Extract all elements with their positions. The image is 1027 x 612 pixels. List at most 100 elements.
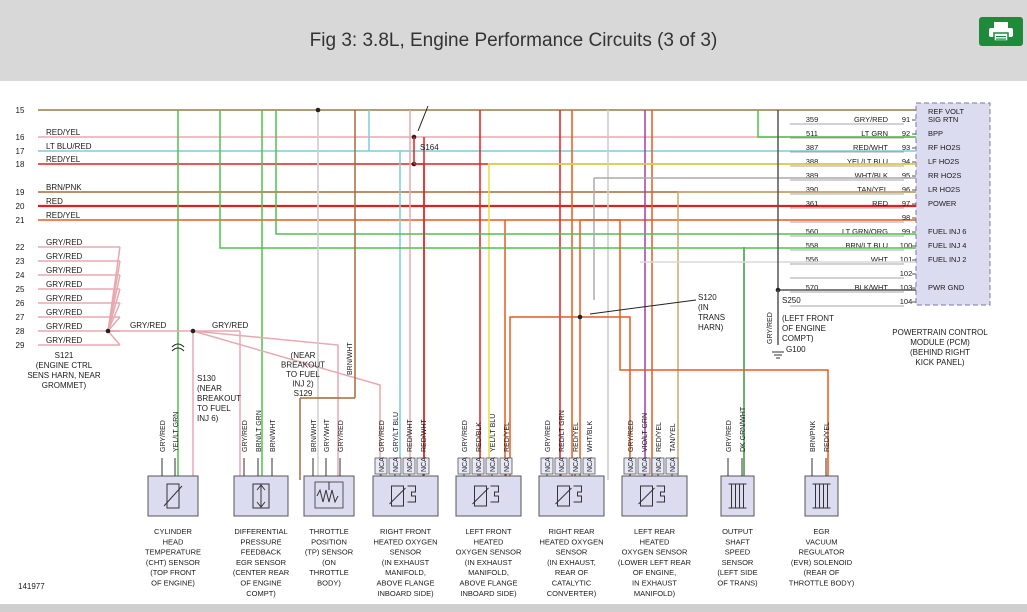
lf-ho2s-label: ABOVE FLANGE bbox=[460, 579, 518, 588]
rr-ho2s-label: (IN EXHAUST, bbox=[547, 558, 596, 567]
s121-label: (ENGINE CTRL bbox=[36, 361, 93, 370]
lr-ho2s-label: IN EXHAUST bbox=[632, 579, 677, 588]
oss-sensor-wire-label: DK GRN/WHT bbox=[740, 406, 747, 452]
evr-solenoid-label: EGR bbox=[813, 527, 830, 536]
pcm-pin-function: LR HO2S bbox=[928, 185, 960, 194]
rr-ho2s-nca-label: NCA bbox=[573, 457, 580, 472]
rr-ho2s-label: REAR OF bbox=[555, 568, 589, 577]
bottom-scrollbar[interactable] bbox=[0, 604, 1027, 612]
lf-ho2s-wire-label: RED/YEL bbox=[504, 422, 511, 452]
pcm-label: MODULE (PCM) bbox=[910, 338, 970, 347]
cht-sensor-label: HEAD bbox=[163, 537, 184, 546]
rr-ho2s-label: HEATED OXYGEN bbox=[539, 537, 603, 546]
evr-solenoid-label: THROTTLE BODY) bbox=[789, 579, 855, 588]
lf-ho2s-label: INBOARD SIDE) bbox=[460, 589, 517, 598]
left-row-label: GRY/RED bbox=[46, 252, 83, 261]
lf-ho2s-body bbox=[455, 475, 522, 517]
lf-ho2s-label: (IN EXHAUST bbox=[465, 558, 513, 567]
left-row-label: GRY/RED bbox=[46, 308, 83, 317]
tp-sensor-label: THROTTLE bbox=[309, 568, 349, 577]
dpfe-sensor-label: COMPT) bbox=[246, 589, 276, 598]
wiring-diagram: 15 16 RED/YEL 17 LT BLU/RED 18 RED/YEL 19 BRN/PN… bbox=[0, 81, 1027, 612]
left-row-number: 19 bbox=[16, 188, 25, 197]
lr-ho2s-wire-label: TAN/YEL bbox=[670, 423, 677, 452]
s129-label: TO FUEL bbox=[286, 370, 320, 379]
left-row-label: GRY/RED bbox=[46, 336, 83, 345]
pcm-pin-number: 98 bbox=[902, 213, 910, 222]
s120-label: S120 bbox=[698, 293, 717, 302]
left-row-number: 17 bbox=[16, 147, 25, 156]
left-row-label: GRY/RED bbox=[46, 280, 83, 289]
rr-ho2s-body bbox=[538, 475, 605, 517]
rr-ho2s-wire-label: GRY/RED bbox=[545, 420, 552, 452]
rf-ho2s-label: (IN EXHAUST bbox=[382, 558, 430, 567]
s130-label: INJ 6) bbox=[197, 414, 219, 423]
rf-ho2s-label: RIGHT FRONT bbox=[380, 527, 432, 536]
s121-label: SENS HARN, NEAR bbox=[27, 371, 101, 380]
print-button[interactable] bbox=[979, 17, 1023, 46]
s120-pointer bbox=[589, 299, 697, 315]
lf-ho2s-nca-label: NCA bbox=[476, 457, 483, 472]
left-row-number: 15 bbox=[16, 106, 25, 115]
left-row-number: 25 bbox=[16, 285, 25, 294]
tp-sensor-label: THROTTLE bbox=[309, 527, 349, 536]
dpfe-sensor-label: OF ENGINE bbox=[240, 579, 281, 588]
cht-sensor-wire-label: YEL/LT GRN bbox=[173, 412, 180, 452]
s129-top-dot bbox=[315, 107, 321, 113]
page-title: Fig 3: 3.8L, Engine Performance Circuits… bbox=[309, 30, 718, 51]
pcm-pin-function: POWER bbox=[928, 199, 957, 208]
evr-solenoid-label: (REAR OF bbox=[804, 568, 840, 577]
s130-splice-dot bbox=[190, 328, 196, 334]
lr-ho2s-body bbox=[621, 475, 688, 517]
lr-ho2s-label: OF ENGINE, bbox=[633, 568, 676, 577]
wire-label: GRY/RED bbox=[767, 312, 774, 344]
evr-solenoid-label: VACUUM bbox=[806, 537, 838, 546]
lf-ho2s-nca-label: NCA bbox=[490, 457, 497, 472]
rr-ho2s-nca-label: NCA bbox=[559, 457, 566, 472]
s130-label: S130 bbox=[197, 374, 216, 383]
pcm-label: (BEHIND RIGHT bbox=[910, 348, 970, 357]
left-row-number: 28 bbox=[16, 327, 25, 336]
evr-solenoid-body bbox=[804, 475, 839, 517]
s129-label: BREAKOUT bbox=[281, 361, 325, 370]
rf-ho2s-label: ABOVE FLANGE bbox=[377, 579, 435, 588]
s129-label: INJ 2) bbox=[292, 380, 314, 389]
left-row-label: GRY/RED bbox=[46, 294, 83, 303]
rf-ho2s-nca-label: NCA bbox=[407, 457, 414, 472]
pcm-circuit-number: 359 bbox=[806, 115, 819, 124]
lf-ho2s-wire-label: YEL/LT BLU bbox=[490, 414, 497, 452]
left-row-label: GRY/RED bbox=[46, 322, 83, 331]
dpfe-sensor-wire-label: BRN/WHT bbox=[270, 419, 277, 452]
s120-label: HARN) bbox=[698, 323, 724, 332]
left-row-number: 18 bbox=[16, 160, 25, 169]
left-row-label: RED/YEL bbox=[46, 128, 81, 137]
rf-ho2s-wire-label: GRY/LT BLU bbox=[393, 412, 400, 452]
pcm-pin-function: RR HO2S bbox=[928, 171, 961, 180]
lr-ho2s-nca-label: NCA bbox=[628, 457, 635, 472]
rf-ho2s-label: INBOARD SIDE) bbox=[377, 589, 434, 598]
dpfe-sensor-label: (CENTER REAR bbox=[233, 568, 290, 577]
header-bar: Fig 3: 3.8L, Engine Performance Circuits… bbox=[0, 0, 1027, 81]
lr-ho2s-wire-label: VIO/LT GRN bbox=[642, 413, 649, 452]
rf-ho2s-wire-label: RED/WHT bbox=[407, 419, 414, 452]
s129-label: (NEAR bbox=[291, 351, 316, 360]
rf-ho2s-nca-label: NCA bbox=[393, 457, 400, 472]
s130-label: TO FUEL bbox=[197, 404, 231, 413]
tp-sensor-wire-label: GRY/WHT bbox=[324, 418, 331, 452]
rr-ho2s-wire-label: WHT/BLK bbox=[587, 421, 594, 452]
pcm-wire-color: GRY/RED bbox=[854, 115, 889, 124]
evr-solenoid-wire-label: RED/YEL bbox=[824, 422, 831, 452]
left-row-label: RED bbox=[46, 197, 63, 206]
pcm-pin-function: FUEL INJ 2 bbox=[928, 255, 966, 264]
pcm-circuit-number: 387 bbox=[806, 143, 819, 152]
lr-ho2s-label: HEATED bbox=[640, 537, 670, 546]
left-row-number: 29 bbox=[16, 341, 25, 350]
lr-ho2s-wire-label: RED/YEL bbox=[656, 422, 663, 452]
tp-sensor-label: (TP) SENSOR bbox=[305, 548, 354, 557]
lr-ho2s-label: (LOWER LEFT REAR bbox=[618, 558, 692, 567]
pcm-pin-function: LF HO2S bbox=[928, 157, 959, 166]
lr-ho2s-nca-label: NCA bbox=[656, 457, 663, 472]
lr-ho2s-label: LEFT REAR bbox=[634, 527, 676, 536]
pcm-pin-number: 93 bbox=[902, 143, 910, 152]
pcm-pin-number: 91 bbox=[902, 115, 910, 124]
